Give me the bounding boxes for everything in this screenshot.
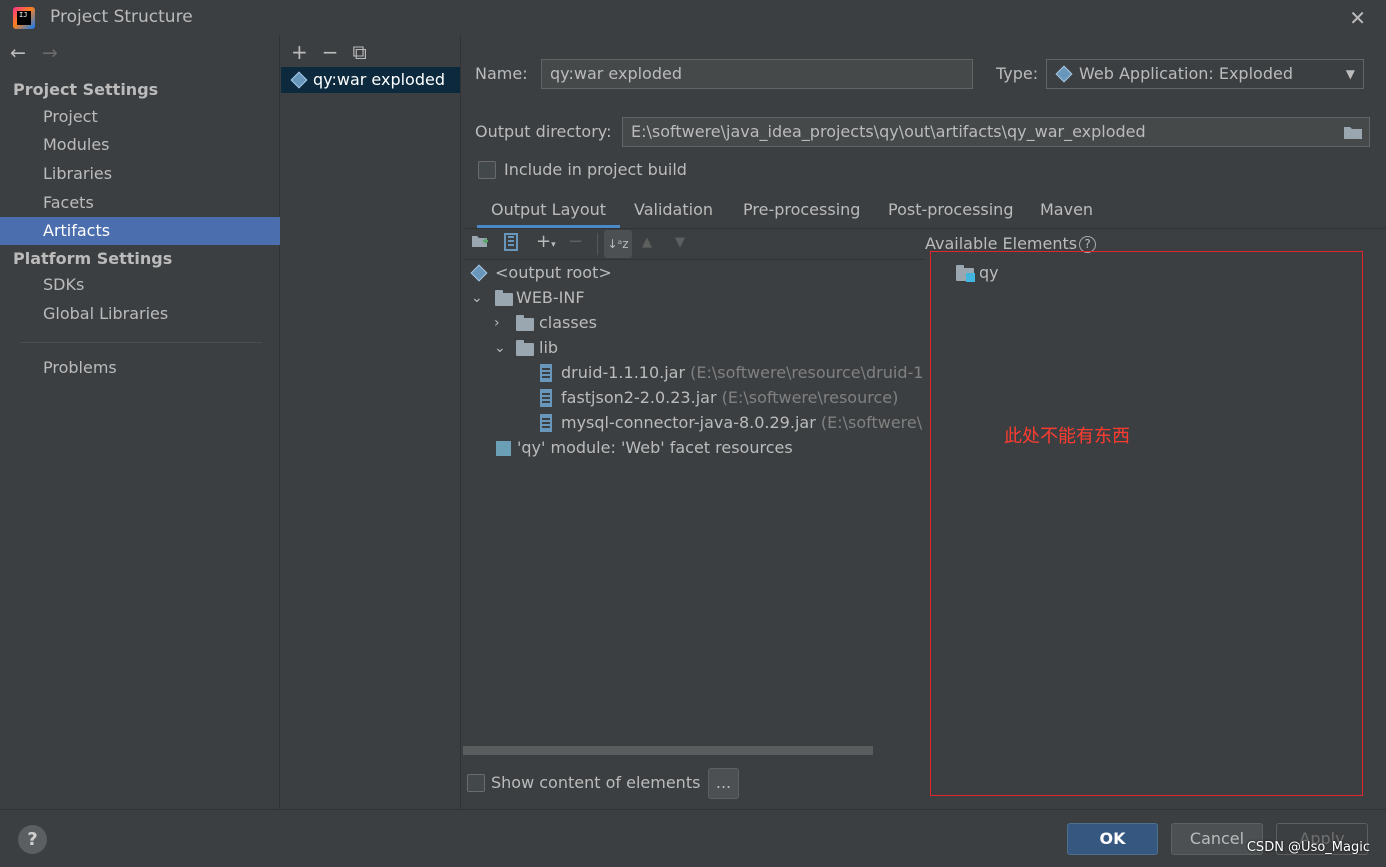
jar-path: (E:\softwere\resource) bbox=[721, 388, 899, 407]
tree-node-web-inf[interactable]: ⌄ WEB-INF bbox=[471, 286, 585, 310]
sidebar-item-sdks[interactable]: SDKs bbox=[0, 271, 280, 299]
chevron-down-icon[interactable]: ⌄ bbox=[494, 336, 506, 360]
tree-node-lib[interactable]: ⌄ lib bbox=[494, 336, 558, 360]
artifact-item[interactable]: qy:war exploded bbox=[281, 67, 460, 93]
more-options-button[interactable]: ... bbox=[708, 768, 739, 799]
jar-path: (E:\softwere\res bbox=[820, 413, 923, 432]
sidebar-item-modules[interactable]: Modules bbox=[0, 131, 280, 159]
chevron-down-icon: ▼ bbox=[1345, 67, 1355, 81]
sidebar-item-libraries[interactable]: Libraries bbox=[0, 160, 280, 188]
jar-name: mysql-connector-java-8.0.29.jar bbox=[561, 413, 816, 432]
chevron-down-icon[interactable]: ⌄ bbox=[471, 286, 483, 310]
jar-name: druid-1.1.10.jar bbox=[561, 363, 686, 382]
folder-icon bbox=[495, 290, 513, 306]
move-down-icon[interactable]: ▼ bbox=[675, 235, 685, 250]
folder-icon bbox=[516, 315, 534, 331]
forward-arrow-icon[interactable]: → bbox=[42, 42, 58, 64]
window-title: Project Structure bbox=[50, 7, 193, 27]
settings-sidebar: ← → Project Settings Project Modules Lib… bbox=[0, 36, 280, 809]
tree-node-output-root[interactable]: <output root> bbox=[471, 261, 612, 285]
name-input[interactable]: qy:war exploded bbox=[541, 59, 973, 89]
annotation-text: 此处不能有东西 bbox=[1004, 426, 1130, 447]
jar-list: druid-1.1.10.jar (E:\softwere\resource\d… bbox=[463, 361, 923, 436]
available-item-qy[interactable]: qy bbox=[956, 261, 999, 285]
tree-node-classes[interactable]: › classes bbox=[494, 311, 597, 335]
tree-node-jar[interactable]: mysql-connector-java-8.0.29.jar (E:\soft… bbox=[540, 411, 923, 435]
intellij-logo-icon: IJ bbox=[13, 7, 35, 29]
web-artifact-icon bbox=[291, 72, 307, 88]
sidebar-item-artifacts[interactable]: Artifacts bbox=[0, 217, 280, 245]
available-elements-annotation-box bbox=[930, 251, 1363, 796]
add-icon[interactable]: + bbox=[291, 40, 308, 64]
remove-element-icon[interactable]: − bbox=[568, 231, 583, 252]
horizontal-scrollbar[interactable] bbox=[463, 746, 873, 755]
watermark: CSDN @Uso_Magic bbox=[1246, 840, 1370, 855]
jar-icon bbox=[540, 414, 552, 432]
sidebar-item-project[interactable]: Project bbox=[0, 103, 280, 131]
sidebar-item-problems[interactable]: Problems bbox=[0, 354, 280, 382]
output-directory-input[interactable]: E:\softwere\java_idea_projects\qy\out\ar… bbox=[622, 117, 1370, 147]
web-artifact-icon bbox=[1056, 66, 1072, 82]
tab-output-layout[interactable]: Output Layout bbox=[477, 196, 621, 228]
include-in-build-label: Include in project build bbox=[504, 160, 687, 179]
output-root-icon bbox=[471, 265, 487, 281]
show-content-label: Show content of elements bbox=[491, 773, 701, 792]
tab-maven[interactable]: Maven bbox=[1040, 196, 1093, 228]
tree-node-jar[interactable]: druid-1.1.10.jar (E:\softwere\resource\d… bbox=[540, 361, 923, 385]
sidebar-divider bbox=[20, 342, 262, 343]
show-content-checkbox[interactable] bbox=[467, 774, 485, 792]
type-select[interactable]: Web Application: Exploded ▼ bbox=[1046, 59, 1364, 89]
tree-node-label: <output root> bbox=[495, 263, 612, 282]
section-platform-settings: Platform Settings bbox=[13, 249, 173, 268]
back-arrow-icon[interactable]: ← bbox=[10, 42, 26, 64]
move-up-icon[interactable]: ▲ bbox=[642, 235, 652, 250]
tree-node-label: WEB-INF bbox=[516, 288, 585, 307]
tab-validation[interactable]: Validation bbox=[634, 196, 713, 228]
title-bar: IJ Project Structure ✕ bbox=[0, 0, 1386, 36]
copy-icon[interactable]: ⧉ bbox=[353, 40, 367, 64]
jar-name: fastjson2-2.0.23.jar bbox=[561, 388, 717, 407]
artifacts-list-panel: + − ⧉ qy:war exploded bbox=[281, 36, 461, 809]
sidebar-item-facets[interactable]: Facets bbox=[0, 189, 280, 217]
sidebar-item-global-libraries[interactable]: Global Libraries bbox=[0, 300, 280, 328]
name-label: Name: bbox=[475, 64, 528, 83]
artifact-item-label: qy:war exploded bbox=[313, 70, 445, 89]
include-in-build-checkbox[interactable] bbox=[478, 161, 496, 179]
tree-node-jar[interactable]: fastjson2-2.0.23.jar (E:\softwere\resour… bbox=[540, 386, 898, 410]
tree-node-label: 'qy' module: 'Web' facet resources bbox=[517, 438, 793, 457]
close-icon[interactable]: ✕ bbox=[1349, 6, 1366, 30]
archive-icon[interactable] bbox=[504, 233, 518, 256]
output-directory-label: Output directory: bbox=[475, 122, 612, 141]
section-project-settings: Project Settings bbox=[13, 80, 159, 99]
browse-folder-icon[interactable] bbox=[1343, 124, 1363, 140]
tab-post-processing[interactable]: Post-processing bbox=[888, 196, 1013, 228]
chevron-right-icon[interactable]: › bbox=[494, 311, 500, 335]
tree-node-label: classes bbox=[539, 313, 597, 332]
output-directory-value: E:\softwere\java_idea_projects\qy\out\ar… bbox=[631, 122, 1146, 141]
tree-node-facet-resources[interactable]: 'qy' module: 'Web' facet resources bbox=[496, 436, 793, 460]
jar-icon bbox=[540, 364, 552, 382]
tab-underline bbox=[463, 228, 1386, 229]
remove-icon[interactable]: − bbox=[322, 40, 339, 64]
web-module-icon bbox=[496, 441, 511, 456]
new-directory-icon[interactable] bbox=[471, 233, 489, 254]
sort-alphabetically-icon[interactable]: ↓ᵃz bbox=[604, 230, 632, 258]
module-badge-icon bbox=[966, 273, 975, 282]
toolbar-divider bbox=[463, 259, 925, 260]
tab-pre-processing[interactable]: Pre-processing bbox=[743, 196, 860, 228]
help-button[interactable]: ? bbox=[18, 825, 47, 854]
type-label: Type: bbox=[996, 64, 1039, 83]
ok-button[interactable]: OK bbox=[1067, 823, 1158, 855]
jar-path: (E:\softwere\resource\druid-1.1. bbox=[690, 363, 923, 382]
jar-icon bbox=[540, 389, 552, 407]
add-copy-icon[interactable]: +▾ bbox=[536, 231, 556, 252]
type-select-value: Web Application: Exploded bbox=[1079, 64, 1293, 83]
toolbar-separator bbox=[597, 233, 598, 255]
folder-icon bbox=[516, 340, 534, 356]
